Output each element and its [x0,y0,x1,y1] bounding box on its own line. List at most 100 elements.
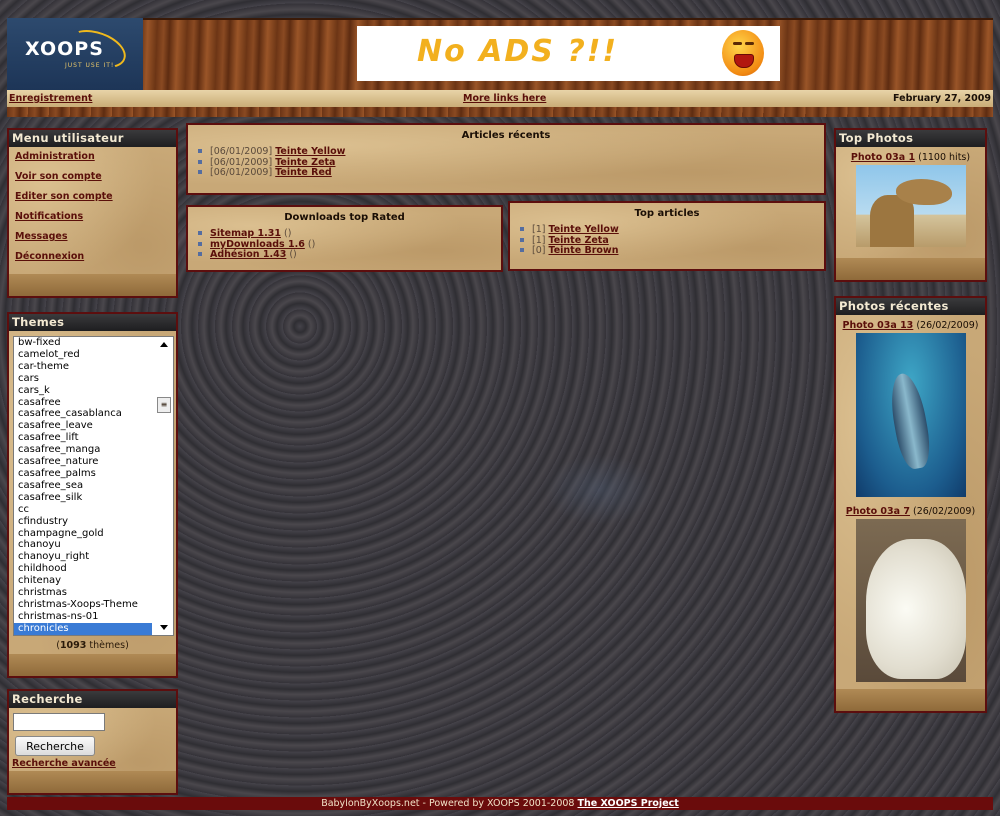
theme-option[interactable]: casafree_lift [14,432,173,444]
theme-option[interactable]: cars [14,373,173,385]
scroll-thumb[interactable]: ≡ [157,397,171,413]
article-link[interactable]: Teinte Brown [549,245,619,256]
nav-strip: Enregistrement More links here February … [7,90,993,107]
theme-option[interactable]: chitenay [14,575,173,587]
block-footer [836,689,985,711]
download-rating: () [283,228,292,239]
bullet-icon [520,237,524,242]
logo-text: XOOPS [25,38,104,60]
article-link[interactable]: Teinte Yellow [275,146,345,157]
dolphin-photo[interactable] [855,333,966,497]
top-downloads-title: Downloads top Rated [284,212,405,223]
theme-option[interactable]: chronicles [14,622,152,635]
theme-option[interactable]: casafree_casablanca [14,408,173,420]
theme-list-scrollbar[interactable]: ≡ [155,337,173,635]
theme-option[interactable]: casafree_nature [14,456,173,468]
block-footer [9,654,176,676]
advanced-search-link[interactable]: Recherche avancée [12,758,116,769]
article-link[interactable]: Teinte Yellow [549,224,619,235]
article-link[interactable]: Teinte Zeta [275,157,335,168]
scroll-down-arrow-icon[interactable] [160,625,168,630]
block-footer [9,771,176,793]
photo-date: (26/02/2009) [916,320,979,331]
download-link[interactable]: myDownloads 1.6 [210,239,305,250]
article-count: [0] [532,245,546,256]
bullet-icon [198,231,202,235]
polar-bear-photo[interactable] [855,519,966,682]
download-rating: () [289,249,297,260]
user-menu-item: Editer son compte [15,191,176,202]
theme-option[interactable]: casafree_sea [14,480,173,492]
header-divider [7,107,993,117]
photo-link[interactable]: Photo 03a 1 [851,152,915,163]
download-link[interactable]: Adhésion 1.43 [210,249,286,260]
article-link[interactable]: Teinte Red [275,167,332,178]
article-date: [06/01/2009] [210,167,273,178]
current-date: February 27, 2009 [893,93,991,104]
xoops-logo[interactable]: XOOPS JUST USE IT! [7,18,143,90]
register-link[interactable]: Enregistrement [9,93,92,104]
download-link[interactable]: Sitemap 1.31 [210,228,281,239]
theme-option[interactable]: chanoyu_right [14,551,173,563]
top-articles-list: [1] Teinte Yellow [1] Teinte Zeta [0] Te… [520,224,824,257]
download-rating: () [307,238,316,250]
theme-option[interactable]: champagne_gold [14,528,173,540]
more-links-link[interactable]: More links here [463,93,546,104]
theme-option[interactable]: cc [14,504,173,516]
article-date: [06/01/2009] [210,156,273,168]
recent-photos-title: Photos récentes [836,298,985,315]
theme-option[interactable]: cfindustry [14,516,173,528]
theme-count-label: thèmes [89,640,126,651]
search-input[interactable] [13,713,105,731]
menu-view-account-link[interactable]: Voir son compte [15,171,102,182]
theme-option[interactable]: cars_k [14,385,173,397]
menu-messages-link[interactable]: Messages [15,231,68,242]
top-photos-title: Top Photos [836,130,985,147]
xoops-project-link[interactable]: The XOOPS Project [578,798,679,809]
theme-option[interactable]: casafree_leave [14,420,173,432]
theme-option[interactable]: christmas [14,587,173,599]
user-menu-title: Menu utilisateur [9,130,176,147]
theme-option[interactable]: casafree [14,397,173,409]
theme-option[interactable]: childhood [14,563,173,575]
themes-title: Themes [9,314,176,331]
theme-count-number: 1093 [59,640,87,651]
user-menu-item: Administration [15,151,176,162]
camel-photo[interactable] [855,165,966,247]
theme-select-list[interactable]: bw-fixed camelot_red car-theme cars cars_k ca… [13,336,174,636]
user-menu-item: Messages [15,231,176,242]
themes-block: Themes bw-fixed camelot_red car-theme cars c… [7,312,178,678]
article-link[interactable]: Teinte Zeta [549,235,609,246]
theme-option[interactable]: casafree_manga [14,444,173,456]
recent-articles-block: Articles récents [06/01/2009] Teinte Yel… [186,123,826,195]
theme-option[interactable]: car-theme [14,361,173,373]
recent-articles-list: [06/01/2009] Teinte Yellow [06/01/2009] … [198,146,824,179]
bullet-icon [198,170,202,174]
top-downloads-list: Sitemap 1.31 () myDownloads 1.6 () Adhés… [198,228,501,261]
top-photos-block: Top Photos Photo 03a 1 (1100 hits) [834,128,987,282]
ad-banner[interactable]: No ADS ?!! [357,26,780,81]
menu-notifications-link[interactable]: Notifications [15,211,83,222]
list-item: Adhésion 1.43 () [198,249,501,261]
menu-administration-link[interactable]: Administration [15,151,95,162]
photo-link[interactable]: Photo 03a 7 [846,506,910,517]
photo-caption: Photo 03a 7 (26/02/2009) [836,506,985,517]
bullet-icon [198,252,202,256]
bullet-icon [198,159,202,164]
list-item: [0] Teinte Brown [520,245,824,257]
theme-option[interactable]: casafree_silk [14,492,173,504]
theme-option[interactable]: chanoyu [14,539,173,551]
theme-option[interactable]: bw-fixed [14,337,173,349]
theme-option[interactable]: casafree_palms [14,468,173,480]
menu-edit-account-link[interactable]: Editer son compte [15,191,113,202]
bullet-icon [520,248,524,252]
menu-logout-link[interactable]: Déconnexion [15,251,84,262]
theme-option[interactable]: christmas-Xoops-Theme [14,599,173,611]
search-button[interactable]: Recherche [15,736,95,756]
smiley-eye-icon [733,42,742,45]
scroll-up-arrow-icon[interactable] [160,342,168,347]
theme-option[interactable]: christmas-ns-01 [14,611,173,623]
list-item: [06/01/2009] Teinte Red [198,167,824,179]
theme-option[interactable]: camelot_red [14,349,173,361]
photo-link[interactable]: Photo 03a 13 [843,320,914,331]
